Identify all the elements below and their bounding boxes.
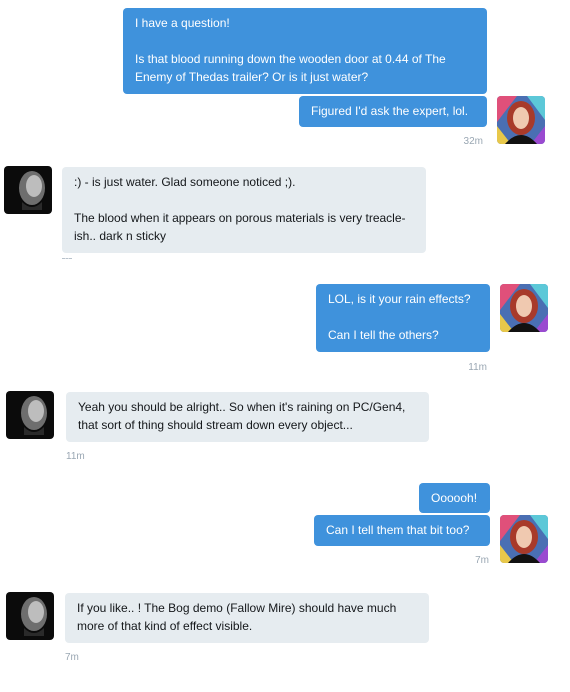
timestamp: 11m	[66, 451, 85, 462]
message-text: Figured I'd ask the expert, lol.	[311, 104, 469, 118]
timestamp: 7m	[475, 555, 489, 566]
avatar[interactable]	[500, 515, 548, 563]
incoming-message: Yeah you should be alright.. So when it'…	[66, 392, 429, 442]
incoming-message: If you like.. ! The Bog demo (Fallow Mir…	[65, 593, 429, 643]
message-text: Oooooh!	[431, 491, 478, 505]
message-text: Yeah you should be alright.. So when it'…	[78, 400, 406, 432]
message-text: Is that blood running down the wooden do…	[135, 52, 446, 84]
incoming-message: :) - is just water. Glad someone noticed…	[62, 167, 426, 253]
message-text: Can I tell them that bit too?	[326, 523, 470, 537]
timestamp: 7m	[65, 652, 79, 663]
avatar[interactable]	[500, 284, 548, 332]
avatar[interactable]	[6, 592, 54, 640]
outgoing-message: Oooooh!	[419, 483, 490, 513]
bald-man-avatar-icon	[4, 166, 52, 214]
outgoing-message: Can I tell them that bit too?	[314, 515, 490, 546]
avatar[interactable]	[4, 166, 52, 214]
avatar[interactable]	[6, 391, 54, 439]
timestamp-placeholder	[62, 258, 72, 261]
message-text: LOL, is it your rain effects?	[328, 292, 471, 306]
red-haired-woman-avatar-icon	[500, 515, 548, 563]
avatar[interactable]	[497, 96, 545, 144]
message-text: If you like.. ! The Bog demo (Fallow Mir…	[77, 601, 397, 633]
timestamp: 32m	[463, 136, 483, 147]
message-text: Can I tell the others?	[328, 328, 439, 342]
bald-man-avatar-icon	[6, 391, 54, 439]
outgoing-message: Figured I'd ask the expert, lol.	[299, 96, 487, 127]
red-haired-woman-avatar-icon	[497, 96, 545, 144]
bald-man-avatar-icon	[6, 592, 54, 640]
message-text: The blood when it appears on porous mate…	[74, 211, 406, 243]
message-text: :) - is just water. Glad someone noticed…	[74, 175, 296, 189]
timestamp: 11m	[468, 362, 487, 373]
outgoing-message: LOL, is it your rain effects? Can I tell…	[316, 284, 490, 352]
message-text: I have a question!	[135, 16, 230, 30]
outgoing-message: I have a question! Is that blood running…	[123, 8, 487, 94]
red-haired-woman-avatar-icon	[500, 284, 548, 332]
